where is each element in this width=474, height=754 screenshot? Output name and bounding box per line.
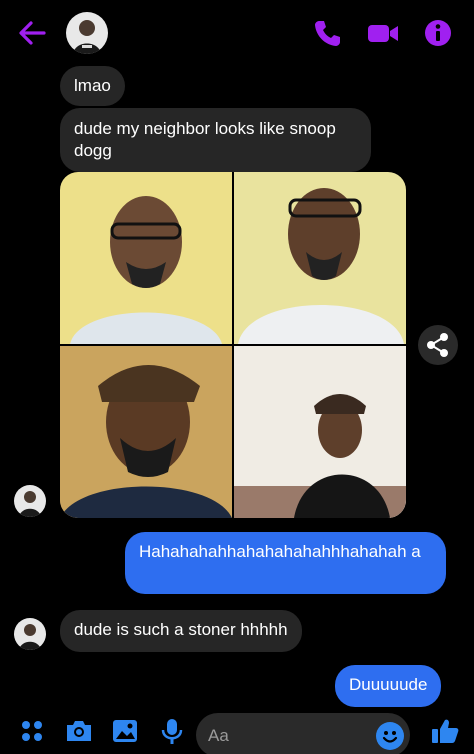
back-arrow-icon[interactable]: [16, 18, 48, 48]
message-text: Duuuuude: [349, 675, 428, 694]
avatar-man-icon: [73, 20, 101, 54]
conversation-header: [0, 0, 474, 64]
photo-person: [70, 196, 222, 344]
info-icon[interactable]: [424, 18, 452, 48]
message-text: lmao: [74, 76, 111, 95]
mic-icon[interactable]: [160, 717, 184, 745]
photo-person: [234, 346, 406, 518]
message-input[interactable]: [208, 724, 368, 748]
sender-avatar[interactable]: [14, 618, 46, 650]
photo-tile[interactable]: [60, 172, 232, 344]
message-bubble-incoming[interactable]: dude is such a stoner hhhhh: [60, 610, 302, 652]
sender-avatar[interactable]: [14, 485, 46, 517]
message-text: dude my neighbor looks like snoop dogg: [74, 119, 336, 160]
photo-tile[interactable]: [234, 172, 406, 344]
message-bubble-incoming[interactable]: dude my neighbor looks like snoop dogg: [60, 108, 371, 172]
photo-person: [238, 188, 404, 344]
emoji-button[interactable]: [376, 722, 404, 750]
message-bubble-outgoing[interactable]: Hahahahahhahahahahahhhahahah a: [125, 532, 446, 594]
message-bubble-outgoing[interactable]: Duuuuude: [335, 665, 442, 707]
menu-dots-icon[interactable]: [20, 717, 44, 745]
avatar-man-icon: [19, 624, 41, 650]
message-text: dude is such a stoner hhhhh: [74, 620, 288, 639]
emoji-icon: [382, 731, 398, 743]
photo-tile[interactable]: [60, 346, 232, 518]
camera-icon[interactable]: [64, 717, 94, 745]
gallery-icon[interactable]: [110, 717, 140, 745]
share-button[interactable]: [418, 325, 458, 365]
photo-person: [60, 346, 232, 518]
avatar-man-icon: [19, 491, 41, 517]
message-composer[interactable]: [196, 713, 410, 754]
composer-bar: [0, 707, 474, 754]
message-bubble-incoming[interactable]: lmao: [60, 66, 125, 106]
message-text: Hahahahahhahahahahahhhahahah a: [139, 542, 421, 561]
thumbs-up-icon[interactable]: [430, 717, 460, 745]
share-icon: [427, 333, 448, 357]
contact-avatar[interactable]: [66, 12, 108, 54]
photo-grid[interactable]: [60, 172, 406, 518]
video-icon[interactable]: [366, 18, 400, 48]
photo-tile[interactable]: [234, 346, 406, 518]
phone-icon[interactable]: [312, 18, 342, 48]
